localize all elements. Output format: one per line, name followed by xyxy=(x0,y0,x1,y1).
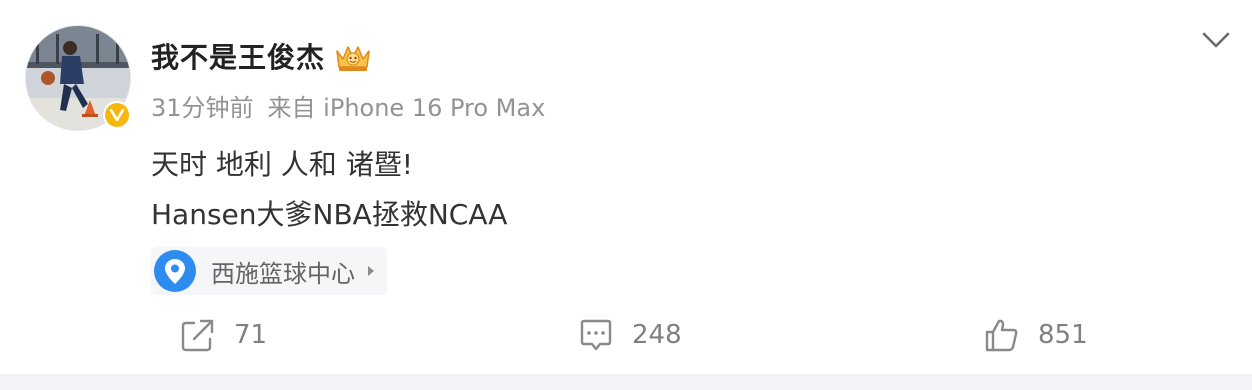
post-content-line: Hansen大爹NBA拯救NCAA xyxy=(151,198,508,231)
comment-icon xyxy=(580,319,612,351)
post-content-line: 天时 地利 人和 诸暨! xyxy=(151,148,413,181)
location-pin-icon xyxy=(154,250,196,292)
location-chip[interactable]: 西施篮球中心 xyxy=(151,247,387,295)
comment-button[interactable]: 248 xyxy=(578,315,682,355)
like-button[interactable]: 851 xyxy=(984,315,1088,355)
repost-count: 71 xyxy=(234,320,268,350)
caret-right-icon xyxy=(368,266,374,276)
chevron-down-icon[interactable] xyxy=(1200,28,1232,52)
verified-v-icon xyxy=(105,103,129,127)
card-separator xyxy=(0,374,1252,390)
avatar-container[interactable] xyxy=(25,25,131,131)
post-time: 31分钟前 xyxy=(151,94,254,122)
weibo-post-card: 我不是王俊杰 31分钟前 来自 iPhone 16 Pro Max 天时 地利 人… xyxy=(0,0,1252,374)
username[interactable]: 我不是王俊杰 xyxy=(151,36,325,76)
comment-count: 248 xyxy=(632,320,682,350)
post-source: 来自 iPhone 16 Pro Max xyxy=(267,94,546,122)
post-content[interactable]: 天时 地利 人和 诸暨! Hansen大爹NBA拯救NCAA xyxy=(151,140,507,240)
repost-button[interactable]: 71 xyxy=(180,315,267,355)
crown-badge-icon[interactable] xyxy=(333,39,373,73)
thumbs-up-icon xyxy=(985,319,1018,352)
repost-icon xyxy=(181,319,214,352)
like-count: 851 xyxy=(1038,320,1088,350)
post-meta: 31分钟前 来自 iPhone 16 Pro Max xyxy=(151,88,545,123)
verified-badge xyxy=(103,101,131,129)
location-label: 西施篮球中心 xyxy=(211,259,355,288)
username-row: 我不是王俊杰 xyxy=(151,36,373,76)
